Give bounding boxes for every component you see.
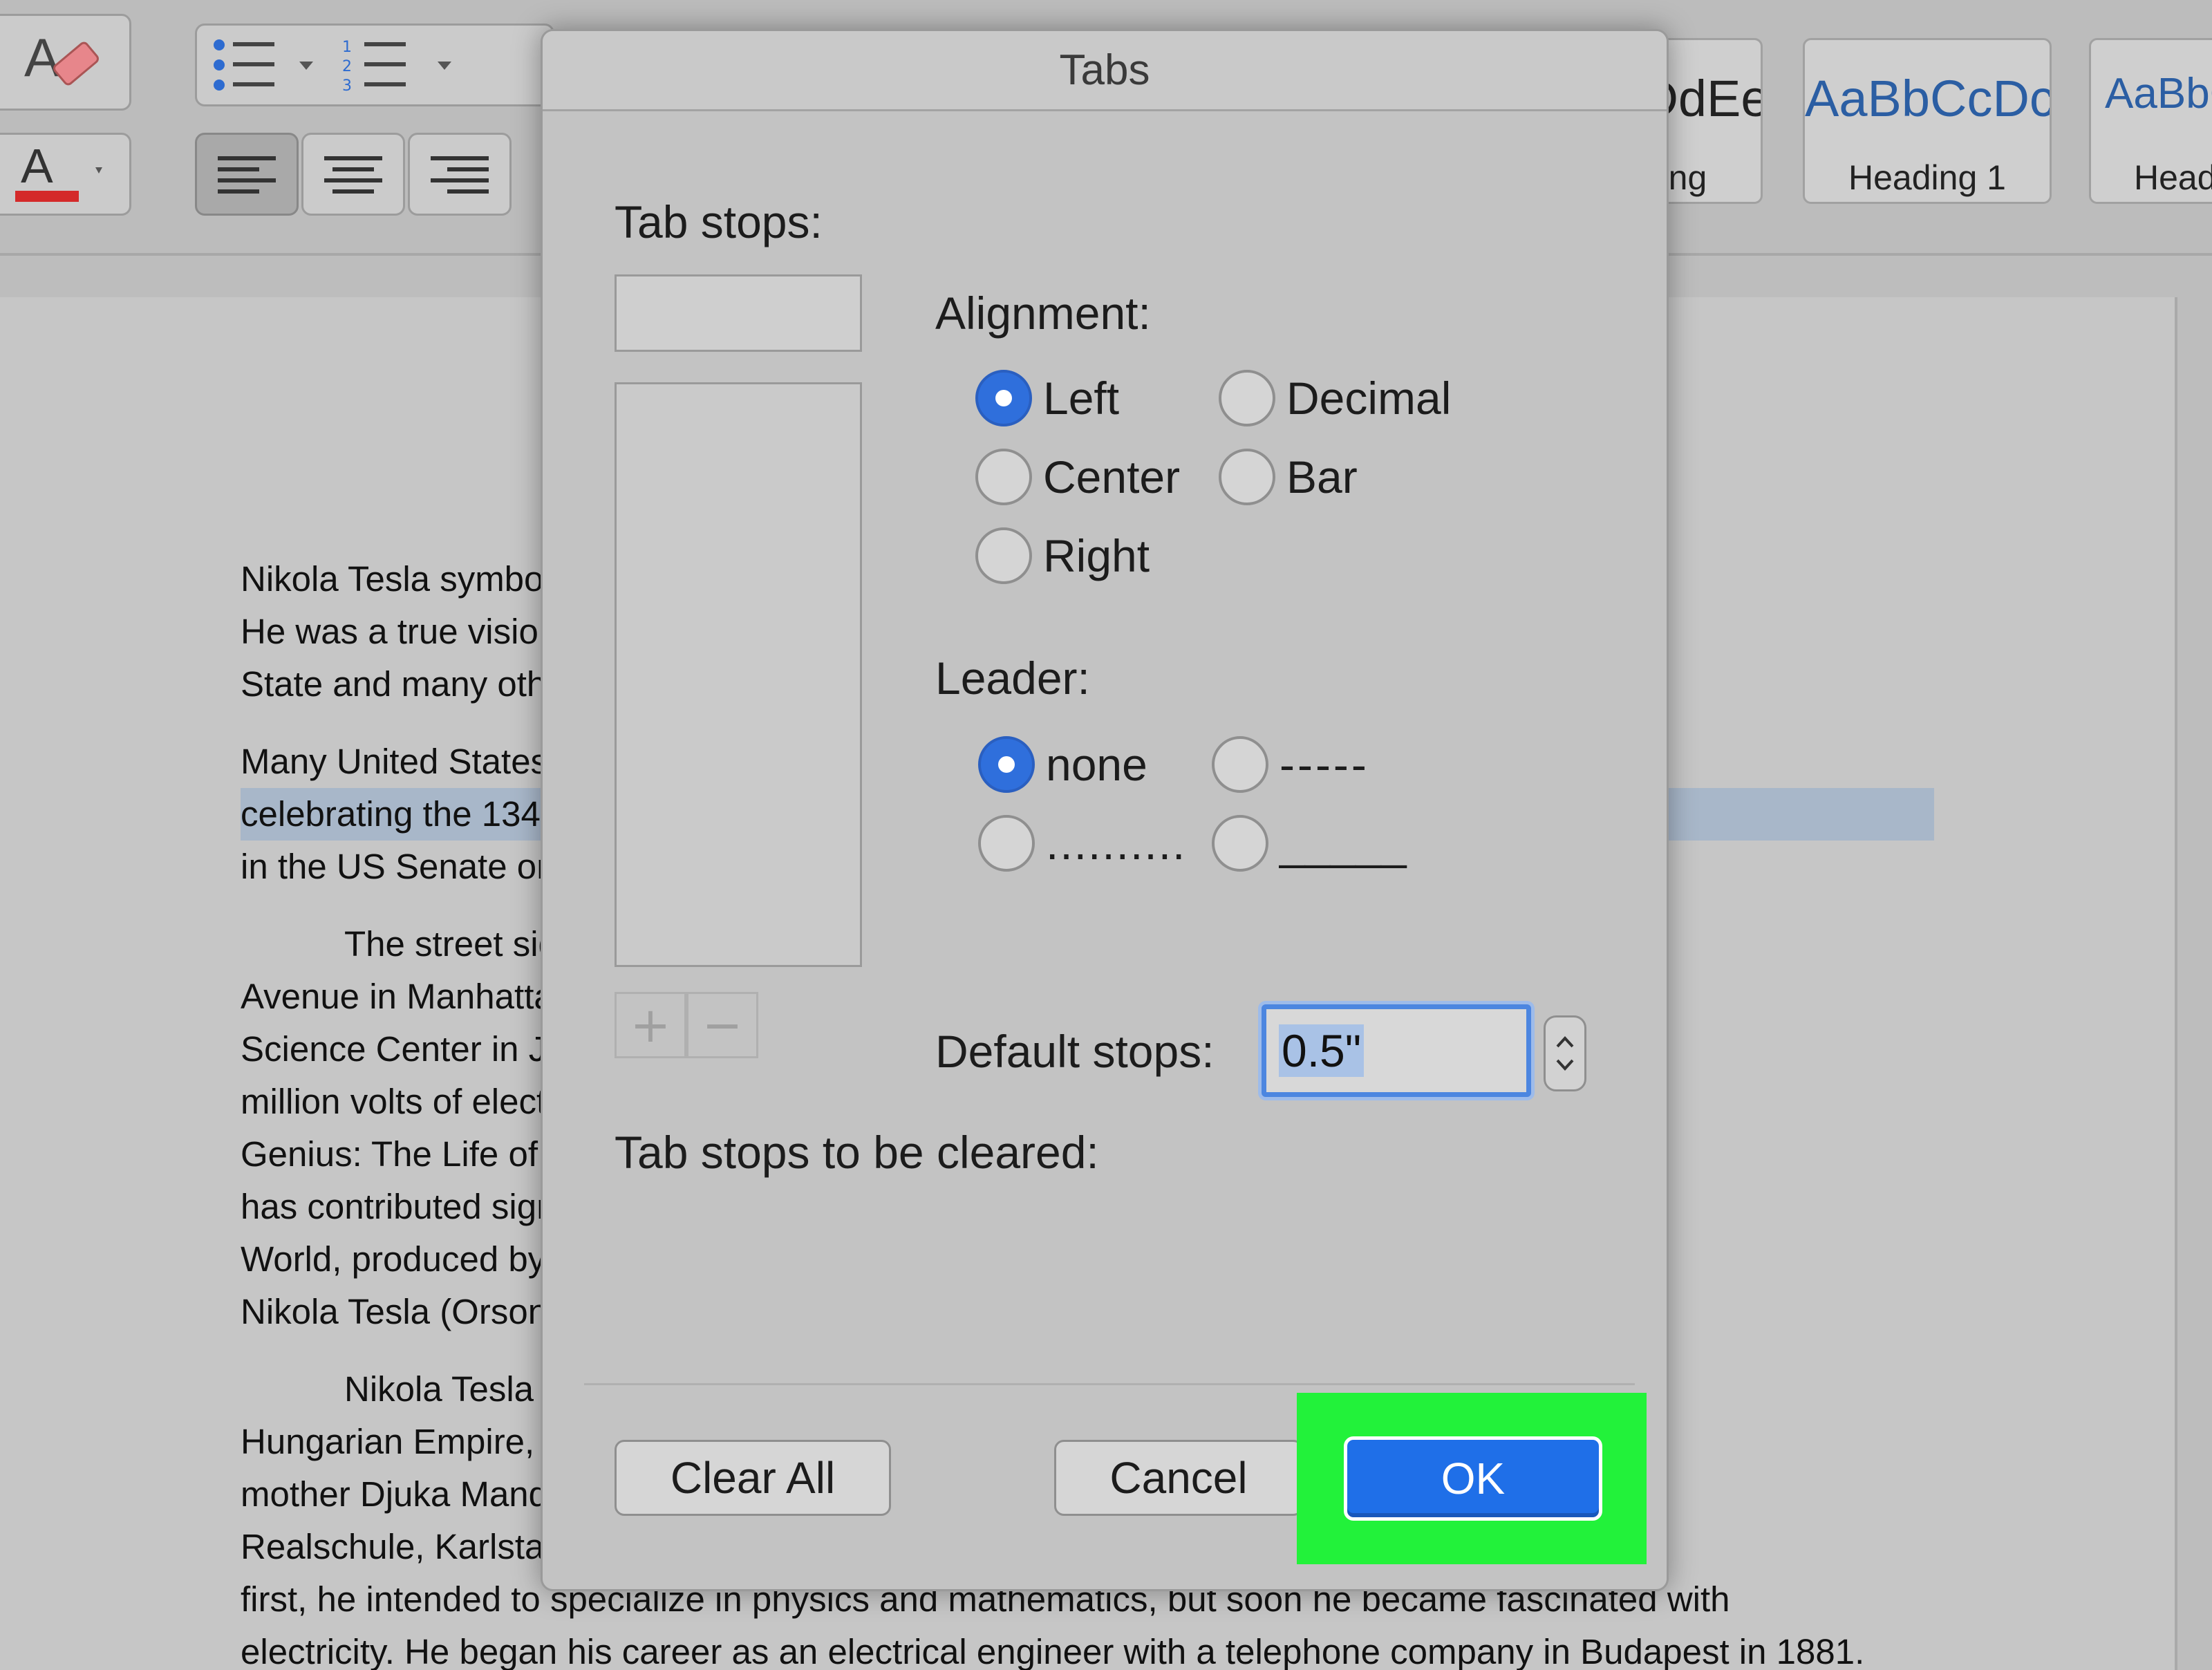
tab-stops-cleared-label: Tab stops to be cleared: bbox=[615, 1127, 1099, 1178]
leader-none-radio[interactable]: none bbox=[978, 736, 1147, 793]
align-left-button[interactable] bbox=[195, 133, 299, 216]
clear-all-button[interactable]: Clear All bbox=[615, 1440, 891, 1516]
radio-label: .......... bbox=[1046, 818, 1187, 869]
style-heading-1[interactable]: AaBbCcDc Heading 1 bbox=[1803, 38, 2052, 204]
alignment-bar-radio[interactable]: Bar bbox=[1219, 449, 1358, 505]
radio-label: _____ bbox=[1280, 818, 1407, 869]
radio-circle bbox=[1219, 449, 1275, 505]
align-left-icon bbox=[218, 156, 276, 194]
radio-label: Left bbox=[1043, 373, 1120, 424]
radio-label: Right bbox=[1043, 530, 1150, 581]
bullet-list-icon[interactable] bbox=[209, 34, 327, 96]
radio-circle bbox=[978, 736, 1035, 793]
font-color-icon: A bbox=[15, 140, 102, 202]
align-right-button[interactable] bbox=[408, 133, 512, 216]
leader-dashes-radio[interactable]: ----- bbox=[1212, 736, 1369, 793]
radio-label: none bbox=[1046, 739, 1147, 790]
font-color-button[interactable]: A bbox=[0, 133, 131, 216]
clear-formatting-button[interactable]: A bbox=[0, 14, 131, 111]
tab-stops-label: Tab stops: bbox=[615, 196, 823, 247]
document-line: electricity. He began his career as an e… bbox=[241, 1632, 1865, 1670]
svg-text:A: A bbox=[24, 27, 60, 88]
dialog-title: Tabs bbox=[1059, 46, 1150, 94]
svg-text:3: 3 bbox=[342, 77, 352, 95]
leader-line-radio[interactable]: _____ bbox=[1212, 815, 1407, 872]
radio-circle bbox=[975, 370, 1032, 426]
style-sample: AaBbCcDc bbox=[2105, 70, 2212, 118]
chevron-up-icon[interactable] bbox=[1553, 1030, 1577, 1053]
list-buttons-group: 1 2 3 bbox=[195, 24, 554, 106]
leader-dots-radio[interactable]: .......... bbox=[978, 815, 1186, 872]
radio-label: Bar bbox=[1286, 451, 1358, 503]
radio-circle bbox=[978, 815, 1035, 872]
alignment-right-radio[interactable]: Right bbox=[975, 527, 1150, 584]
alignment-decimal-radio[interactable]: Decimal bbox=[1219, 370, 1451, 426]
radio-circle bbox=[975, 449, 1032, 505]
default-stops-stepper[interactable] bbox=[1544, 1015, 1586, 1091]
radio-circle bbox=[1219, 370, 1275, 426]
radio-circle bbox=[1212, 815, 1268, 872]
numbered-list-icon[interactable]: 1 2 3 bbox=[341, 34, 465, 96]
tabs-dialog: Tabs Tab stops: + − Alignment: Left Cent… bbox=[541, 29, 1669, 1591]
cancel-button[interactable]: Cancel bbox=[1054, 1440, 1303, 1516]
radio-label: ----- bbox=[1280, 739, 1369, 790]
align-right-icon bbox=[431, 156, 489, 194]
tab-stops-list[interactable] bbox=[615, 382, 862, 967]
dialog-divider bbox=[584, 1383, 1635, 1385]
remove-tab-stop-button[interactable]: − bbox=[686, 992, 758, 1058]
leader-label: Leader: bbox=[935, 653, 1090, 704]
ok-button[interactable]: OK bbox=[1344, 1436, 1602, 1521]
style-name: Heading 1 bbox=[1848, 158, 2006, 197]
default-stops-label: Default stops: bbox=[935, 1026, 1215, 1077]
style-sample: AaBbCcDc bbox=[1805, 70, 2052, 127]
svg-text:1: 1 bbox=[342, 39, 352, 56]
default-stops-value: 0.5" bbox=[1279, 1024, 1365, 1077]
radio-circle bbox=[975, 527, 1032, 584]
style-heading-2[interactable]: AaBbCcDc Heading 2 bbox=[2089, 38, 2212, 204]
clear-formatting-icon: A bbox=[24, 27, 99, 88]
dialog-titlebar[interactable]: Tabs bbox=[543, 31, 1667, 111]
svg-text:2: 2 bbox=[342, 58, 352, 75]
radio-circle bbox=[1212, 736, 1268, 793]
style-name: Heading 2 bbox=[2134, 158, 2212, 197]
radio-label: Decimal bbox=[1286, 373, 1452, 424]
add-tab-stop-button[interactable]: + bbox=[615, 992, 686, 1058]
svg-text:A: A bbox=[21, 140, 53, 193]
radio-label: Center bbox=[1043, 451, 1181, 503]
alignment-label: Alignment: bbox=[935, 288, 1151, 339]
align-center-icon bbox=[324, 156, 382, 194]
default-stops-input[interactable]: 0.5" bbox=[1262, 1004, 1531, 1097]
chevron-down-icon[interactable] bbox=[1553, 1053, 1577, 1077]
align-center-button[interactable] bbox=[301, 133, 405, 216]
alignment-left-radio[interactable]: Left bbox=[975, 370, 1119, 426]
tab-stop-position-input[interactable] bbox=[615, 274, 862, 352]
alignment-center-radio[interactable]: Center bbox=[975, 449, 1180, 505]
